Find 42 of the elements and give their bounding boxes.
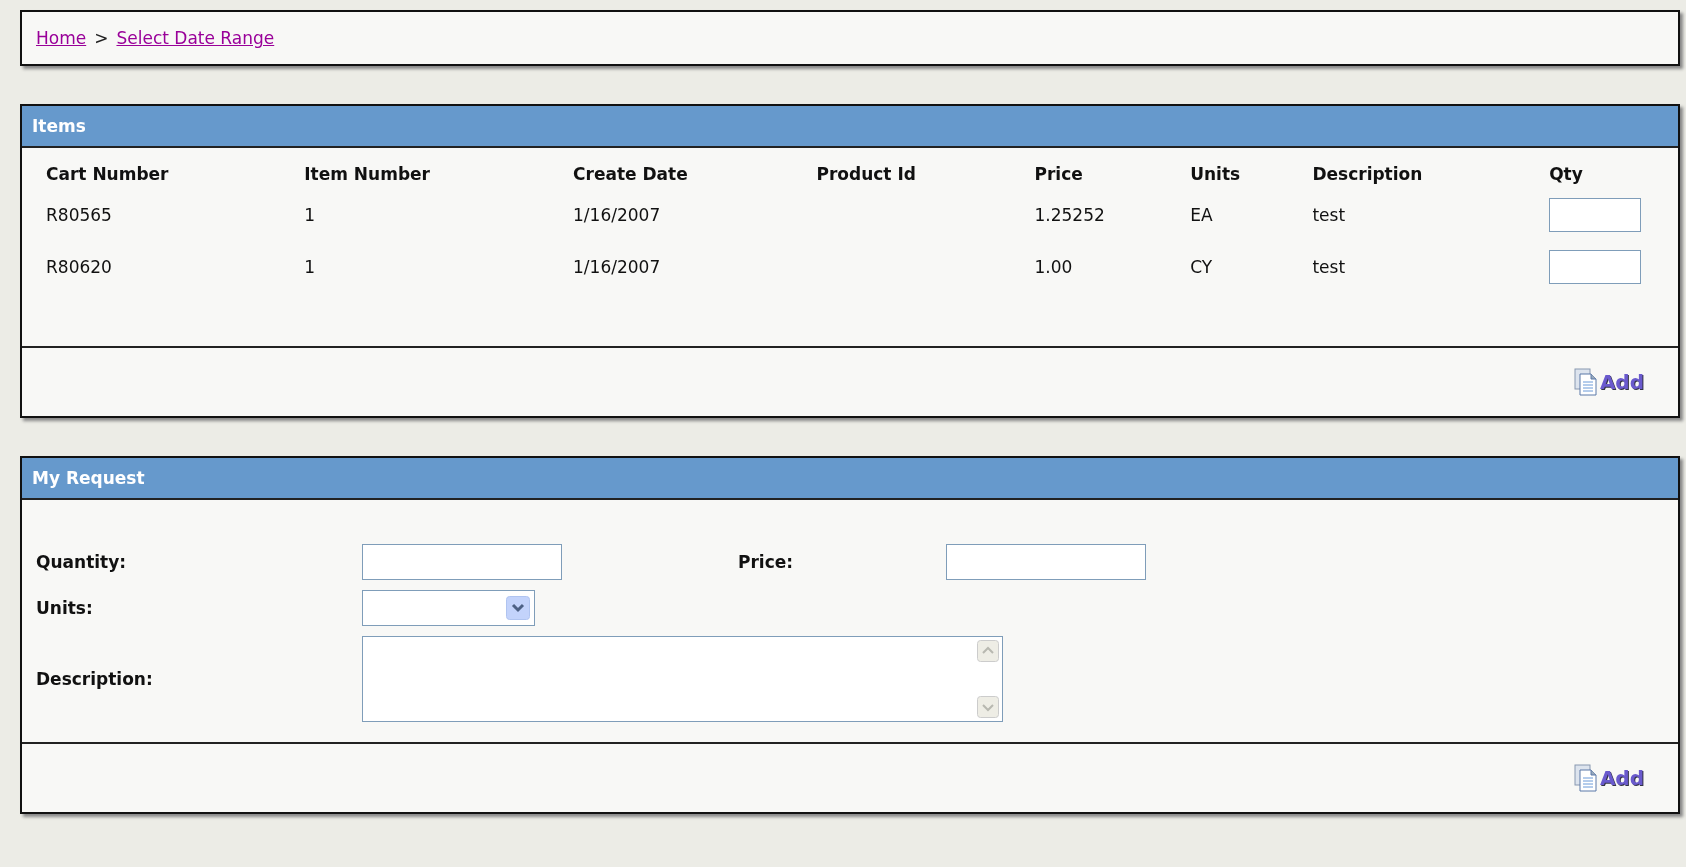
units-dropdown[interactable] xyxy=(362,590,535,626)
table-cell: CY xyxy=(1190,257,1213,277)
field-label: Units: xyxy=(36,598,94,618)
table-cell: 1/16/2007 xyxy=(573,205,661,225)
qty-input[interactable] xyxy=(1549,198,1642,232)
add-button[interactable]: Add xyxy=(1573,368,1644,396)
column-header: Units xyxy=(1190,164,1241,184)
chevron-down-icon xyxy=(506,596,530,620)
table-cell: test xyxy=(1312,257,1346,277)
add-button[interactable]: Add xyxy=(1573,764,1644,792)
column-header: Qty xyxy=(1549,164,1583,184)
table-cell: 1/16/2007 xyxy=(573,257,661,277)
breadcrumb-link[interactable]: Select Date Range xyxy=(116,28,275,48)
column-header: Item Number xyxy=(304,164,430,184)
description-textarea[interactable] xyxy=(362,636,1003,722)
quantity-input[interactable] xyxy=(362,544,562,580)
table-cell: R80620 xyxy=(46,257,112,277)
table-cell: test xyxy=(1312,205,1346,225)
panel-title: Items xyxy=(22,106,1678,148)
document-icon xyxy=(1573,764,1598,792)
table-cell: R80565 xyxy=(46,205,112,225)
table-cell: 1 xyxy=(304,205,316,225)
field-label: Price: xyxy=(738,552,795,572)
column-header: Cart Number xyxy=(46,164,169,184)
table-cell: EA xyxy=(1190,205,1213,225)
column-header: Product Id xyxy=(816,164,916,184)
column-header: Description xyxy=(1312,164,1423,184)
breadcrumb-separator: > xyxy=(94,28,109,48)
field-label: Description: xyxy=(36,669,154,689)
qty-input[interactable] xyxy=(1549,250,1642,284)
price-input[interactable] xyxy=(946,544,1146,580)
document-icon xyxy=(1573,368,1598,396)
scroll-up-icon xyxy=(977,640,999,662)
column-header: Price xyxy=(1034,164,1083,184)
table-cell: 1 xyxy=(304,257,316,277)
table-cell: 1.00 xyxy=(1034,257,1073,277)
panel-title: My Request xyxy=(22,458,1678,500)
table-cell: 1.25252 xyxy=(1034,205,1105,225)
scroll-down-icon xyxy=(977,696,999,718)
field-label: Quantity: xyxy=(36,552,128,572)
breadcrumb-link[interactable]: Home xyxy=(36,28,87,48)
column-header: Create Date xyxy=(573,164,688,184)
